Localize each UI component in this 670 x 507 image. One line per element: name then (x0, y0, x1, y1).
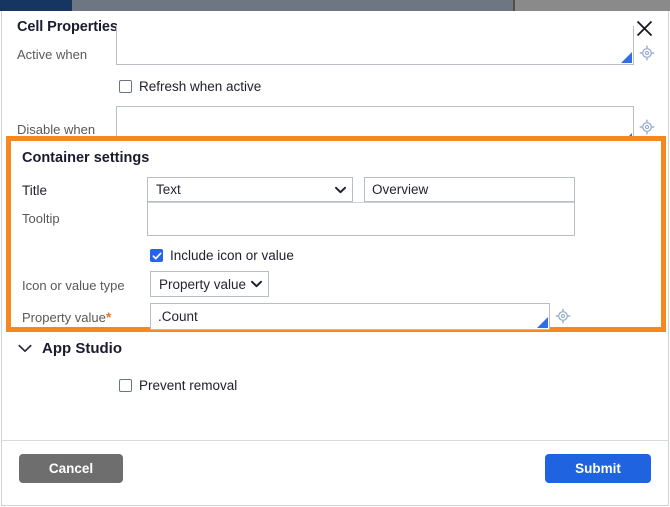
resize-handle[interactable] (537, 317, 548, 328)
include-icon-or-value-row[interactable]: Include icon or value (150, 248, 294, 263)
prevent-removal-checkbox[interactable] (119, 379, 132, 392)
icon-or-value-type-row: Icon or value type Property value (11, 271, 661, 301)
chrome-segment-slate (72, 0, 513, 11)
disable-when-row: Disable when (2, 106, 668, 146)
refresh-when-active-checkbox[interactable] (119, 80, 132, 93)
app-chrome-bar (0, 0, 670, 11)
include-icon-or-value-checkbox[interactable] (150, 249, 163, 262)
title-text-input[interactable]: Overview (364, 177, 575, 202)
include-icon-or-value-label[interactable]: Include icon or value (170, 248, 294, 263)
active-when-label: Active when (17, 47, 88, 62)
required-asterisk: * (105, 309, 112, 325)
tooltip-input[interactable] (147, 202, 575, 236)
disable-when-label: Disable when (17, 122, 96, 137)
icon-or-value-type-select[interactable]: Property value (150, 271, 269, 297)
property-value-input[interactable]: .Count (150, 303, 550, 330)
prevent-removal-row[interactable]: Prevent removal (119, 378, 237, 393)
title-text-value: Overview (372, 182, 429, 197)
property-value-label-text: Property value (22, 310, 106, 325)
title-label: Title (22, 183, 48, 198)
property-value-text: .Count (158, 309, 198, 324)
active-when-input[interactable] (116, 26, 634, 65)
title-type-select[interactable]: Text (147, 177, 353, 202)
crosshair-icon[interactable] (639, 45, 655, 61)
submit-button[interactable]: Submit (545, 454, 651, 483)
chevron-down-icon (251, 280, 262, 288)
container-settings-panel: Container settings Title Text Overview T… (6, 136, 666, 332)
tooltip-row: Tooltip (11, 202, 661, 236)
chevron-down-icon (335, 186, 346, 194)
active-when-row: Active when (2, 26, 668, 66)
chrome-segment-gray (515, 0, 670, 11)
app-studio-title[interactable]: App Studio (42, 340, 122, 357)
icon-or-value-type-label: Icon or value type (22, 278, 125, 293)
cell-properties-dialog: Cell Properties Active when Refresh when… (1, 11, 669, 506)
crosshair-icon[interactable] (555, 308, 571, 324)
tooltip-label: Tooltip (22, 211, 60, 226)
property-value-label: Property value* (22, 310, 111, 325)
refresh-when-active-row[interactable]: Refresh when active (119, 79, 261, 94)
app-studio-header[interactable]: App Studio (18, 340, 122, 357)
app-studio-section: App Studio Prevent removal (2, 336, 668, 406)
refresh-when-active-label[interactable]: Refresh when active (139, 79, 261, 94)
chrome-segment-navy (0, 0, 72, 11)
container-settings-heading: Container settings (22, 150, 150, 166)
resize-handle[interactable] (621, 52, 632, 63)
chevron-down-icon[interactable] (18, 344, 32, 353)
cancel-button[interactable]: Cancel (19, 454, 123, 483)
title-type-select-value: Text (156, 182, 181, 197)
property-value-row: Property value* .Count (11, 303, 661, 333)
crosshair-icon[interactable] (639, 119, 655, 135)
page-title: Cell Properties (17, 19, 118, 35)
dialog-footer: Cancel Submit (2, 440, 668, 505)
icon-or-value-type-select-value: Property value (159, 276, 247, 292)
prevent-removal-label[interactable]: Prevent removal (139, 378, 237, 393)
